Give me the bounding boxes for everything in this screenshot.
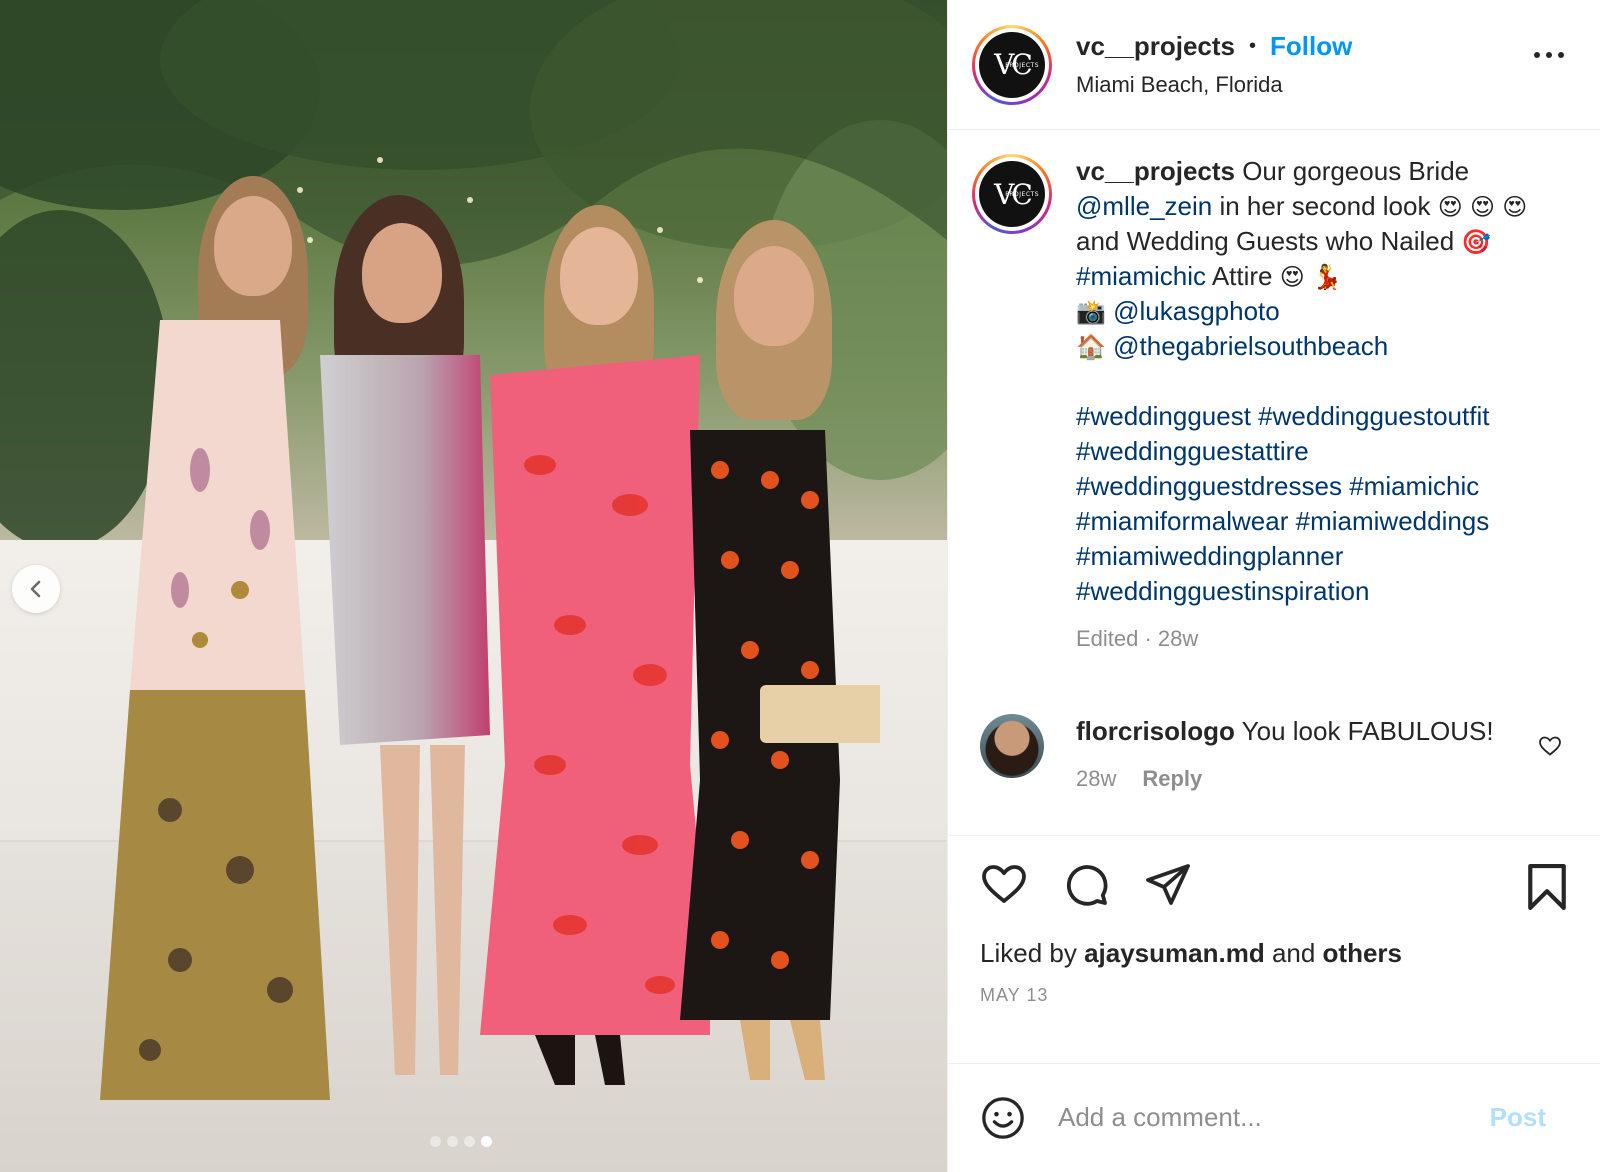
comment-text: You look FABULOUS! — [1234, 716, 1494, 746]
comment-input[interactable] — [1058, 1102, 1478, 1133]
heart-eyes-emoji: 😍 — [1279, 264, 1305, 291]
hashtag-link[interactable]: #miamichic — [1349, 471, 1479, 501]
commenter-username[interactable]: florcrisologo — [1076, 716, 1235, 746]
instagram-post: VC PROJECTS vc__projects • Follow Miami … — [0, 0, 1600, 1172]
hashtag-link[interactable]: #weddingguestdresses — [1076, 471, 1342, 501]
dart-emoji: 🎯 — [1461, 229, 1492, 256]
likes-summary: Liked by ajaysuman.md and others — [980, 938, 1568, 969]
post-actions: Liked by ajaysuman.md and others MAY 13 — [948, 836, 1600, 1064]
mention-venue-link[interactable]: @thegabrielsouthbeach — [1113, 331, 1388, 361]
bookmark-icon — [1528, 864, 1566, 910]
separator-bullet: • — [1248, 35, 1256, 57]
caption-segment: Attire — [1206, 261, 1280, 291]
hashtag-link[interactable]: #miamiformalwear — [1076, 506, 1288, 536]
mention-bride-link[interactable]: @mlle_zein — [1076, 191, 1212, 221]
reply-button[interactable]: Reply — [1142, 762, 1202, 796]
mention-photographer-link[interactable]: @lukasgphoto — [1113, 296, 1280, 326]
follow-button[interactable]: Follow — [1270, 31, 1352, 62]
heart-eyes-emoji: 😍 — [1469, 194, 1495, 221]
author-username[interactable]: vc__projects — [1076, 31, 1235, 62]
house-emoji: 🏠 — [1076, 334, 1106, 361]
post-photo[interactable] — [0, 0, 947, 1172]
comment-item: florcrisologo You look FABULOUS! 28w Rep… — [972, 714, 1576, 796]
carousel-dot — [430, 1136, 441, 1147]
hashtag-link[interactable]: #miamiweddings — [1296, 506, 1490, 536]
location-link[interactable]: Miami Beach, Florida — [1076, 72, 1352, 98]
heart-icon — [982, 865, 1026, 903]
caption-segment: Our gorgeous Bride — [1234, 156, 1470, 186]
caption-username[interactable]: vc__projects — [1076, 156, 1235, 186]
logo-subtext: PROJECTS — [1005, 191, 1039, 198]
chevron-left-icon — [30, 580, 41, 598]
likes-mid: and — [1264, 938, 1323, 968]
comments-section[interactable]: VC PROJECTS vc__projects Our gorgeous Br… — [948, 130, 1600, 836]
post-date[interactable]: MAY 13 — [980, 985, 1568, 1006]
add-comment-bar: Post — [948, 1064, 1600, 1171]
heart-icon — [1539, 736, 1561, 756]
camera-flash-emoji: 📸 — [1076, 299, 1106, 326]
carousel-prev-button[interactable] — [12, 565, 60, 613]
story-ring-avatar[interactable]: VC PROJECTS — [972, 24, 1052, 105]
emoji-picker-button[interactable] — [980, 1095, 1026, 1141]
share-button[interactable] — [1144, 860, 1192, 908]
share-icon — [1146, 864, 1190, 905]
commenter-avatar[interactable] — [980, 714, 1044, 778]
comment-like-button[interactable] — [1538, 734, 1562, 763]
carousel-indicator — [430, 1136, 492, 1147]
heart-eyes-emoji: 😍 — [1502, 194, 1528, 221]
heart-eyes-emoji: 😍 — [1437, 194, 1463, 221]
liked-by-others-link[interactable]: others — [1323, 938, 1402, 968]
caption-segment: in her second look — [1212, 191, 1438, 221]
vc-projects-logo: VC PROJECTS — [979, 161, 1045, 227]
hashtag-link[interactable]: #miamiweddingplanner — [1076, 541, 1343, 571]
like-button[interactable] — [980, 860, 1028, 908]
dancer-emoji: 💃 — [1312, 264, 1342, 291]
caption-segment: and Wedding Guests who Nailed — [1076, 226, 1462, 256]
carousel-dot-active — [481, 1136, 492, 1147]
hashtag-link[interactable]: #weddingguestoutfit — [1258, 401, 1489, 431]
comment-time: 28w — [1076, 766, 1117, 791]
hashtag-link[interactable]: #miamichic — [1076, 261, 1206, 291]
vc-projects-logo: VC PROJECTS — [979, 31, 1045, 98]
liked-by-user-link[interactable]: ajaysuman.md — [1084, 938, 1265, 968]
more-options-icon[interactable] — [1534, 52, 1564, 58]
caption-meta: Edited · 28w — [1076, 626, 1199, 651]
carousel-dot — [447, 1136, 458, 1147]
post-side-panel: VC PROJECTS vc__projects • Follow Miami … — [947, 0, 1600, 1172]
post-comment-button[interactable]: Post — [1490, 1102, 1546, 1133]
person-4 — [680, 220, 880, 1090]
caption-text: vc__projects Our gorgeous Bride @mlle_ze… — [1076, 154, 1556, 656]
carousel-dot — [464, 1136, 475, 1147]
comment-icon — [1066, 865, 1108, 906]
person-2 — [300, 195, 500, 1095]
hashtag-link[interactable]: #weddingguestattire — [1076, 436, 1309, 466]
logo-subtext: PROJECTS — [1005, 61, 1039, 69]
hashtag-link[interactable]: #weddingguest — [1076, 401, 1251, 431]
likes-prefix: Liked by — [980, 938, 1085, 968]
hashtag-link[interactable]: #weddingguestinspiration — [1076, 576, 1369, 606]
post-caption: VC PROJECTS vc__projects Our gorgeous Br… — [972, 154, 1576, 656]
caption-author-avatar[interactable]: VC PROJECTS — [972, 154, 1052, 234]
comment-button[interactable] — [1062, 860, 1110, 908]
smiley-icon — [982, 1096, 1024, 1139]
post-header: VC PROJECTS vc__projects • Follow Miami … — [948, 0, 1600, 130]
person-3 — [480, 205, 710, 1095]
save-button[interactable] — [1526, 864, 1568, 915]
